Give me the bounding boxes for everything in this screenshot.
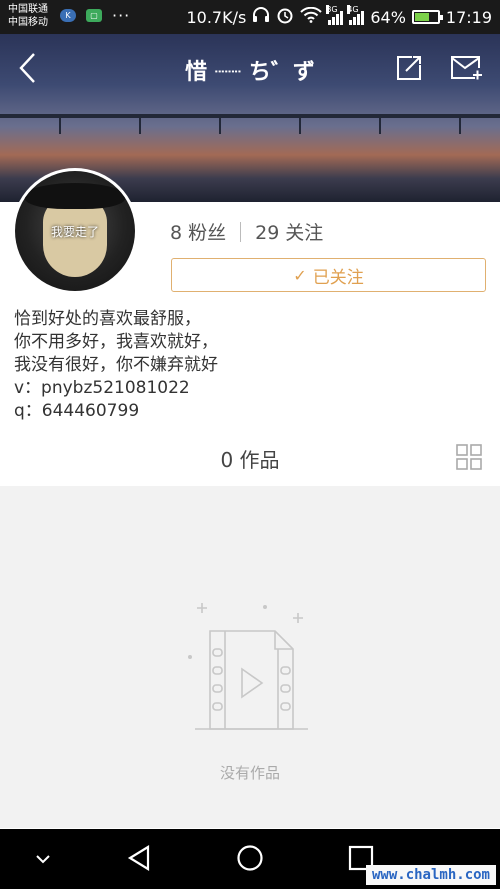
more-notifications-icon: ···	[112, 6, 131, 25]
carrier-labels: 中国联通 中国移动	[8, 3, 48, 29]
check-icon: ✓	[293, 265, 307, 285]
message-button[interactable]	[449, 54, 483, 82]
works-count: 0 作品	[220, 448, 280, 472]
profile-stats: 8 粉丝 29 关注	[170, 218, 323, 245]
following-stat[interactable]: 29 关注	[255, 218, 323, 245]
bio-line: 恰到好处的喜欢最舒服，	[14, 309, 201, 329]
message-icon	[451, 56, 482, 80]
empty-state-text: 没有作品	[219, 764, 280, 782]
status-bar: 中国联通 中国移动 K ▢ ··· 10.7K/s 3G 4G 64% 17:1…	[0, 0, 500, 34]
signal-4g-icon: 4G	[347, 5, 365, 25]
hide-nav-button[interactable]	[28, 843, 58, 873]
avatar[interactable]: 我要走了	[12, 168, 138, 294]
headphone-icon	[252, 7, 270, 27]
carrier-1: 中国联通	[8, 4, 48, 15]
following-label: 关注	[285, 222, 324, 244]
alarm-icon	[276, 6, 294, 28]
circle-home-icon	[237, 845, 263, 871]
avatar-image: 我要走了	[15, 171, 135, 291]
fans-count: 8	[170, 222, 183, 244]
profile-title: 惜 ┈┈ ち゛ず	[185, 60, 315, 85]
app-notification-icon: K	[60, 9, 76, 22]
works-bar: 0 作品	[0, 432, 500, 484]
avatar-caption: 我要走了	[50, 225, 99, 239]
bio-line: q：644460799	[14, 401, 140, 421]
followed-label: 已关注	[312, 267, 364, 288]
system-nav-bar: www.chalmh.com	[0, 829, 500, 889]
grid-icon	[456, 444, 482, 470]
clock: 17:19	[445, 7, 492, 27]
battery-icon	[411, 10, 443, 24]
watermark: www.chalmh.com	[365, 865, 496, 885]
nav-back-button[interactable]	[124, 843, 154, 873]
fans-stat[interactable]: 8 粉丝	[170, 218, 226, 245]
empty-film-icon	[188, 603, 308, 730]
share-button[interactable]	[394, 53, 424, 83]
bio-line: 你不用多好，我喜欢就好，	[14, 332, 218, 352]
share-icon	[397, 56, 421, 80]
triangle-back-icon	[127, 845, 150, 871]
carrier-2: 中国移动	[8, 17, 48, 28]
wifi-icon	[300, 6, 323, 27]
profile-bio: 恰到好处的喜欢最舒服， 你不用多好，我喜欢就好， 我没有很好，你不嫌弃就好 v：…	[14, 308, 218, 423]
bio-line: v：pnybz521081022	[14, 378, 190, 398]
following-count: 29	[255, 222, 280, 244]
wechat-notification-icon: ▢	[86, 9, 102, 22]
battery-percent: 64%	[370, 7, 406, 27]
signal-3g-icon: 3G	[326, 5, 344, 25]
bridge-background-illustration	[0, 114, 500, 134]
fans-label: 粉丝	[188, 222, 227, 244]
stats-divider	[240, 221, 242, 242]
works-empty-area: 没有作品	[0, 486, 500, 828]
chevron-down-icon	[36, 855, 50, 864]
network-speed: 10.7K/s	[186, 7, 247, 27]
hat-illustration	[25, 183, 125, 209]
bio-line: 我没有很好，你不嫌弃就好	[14, 355, 218, 375]
followed-button[interactable]: ✓ 已关注	[171, 258, 486, 292]
nav-home-button[interactable]	[235, 843, 265, 873]
grid-view-button[interactable]	[456, 444, 482, 470]
